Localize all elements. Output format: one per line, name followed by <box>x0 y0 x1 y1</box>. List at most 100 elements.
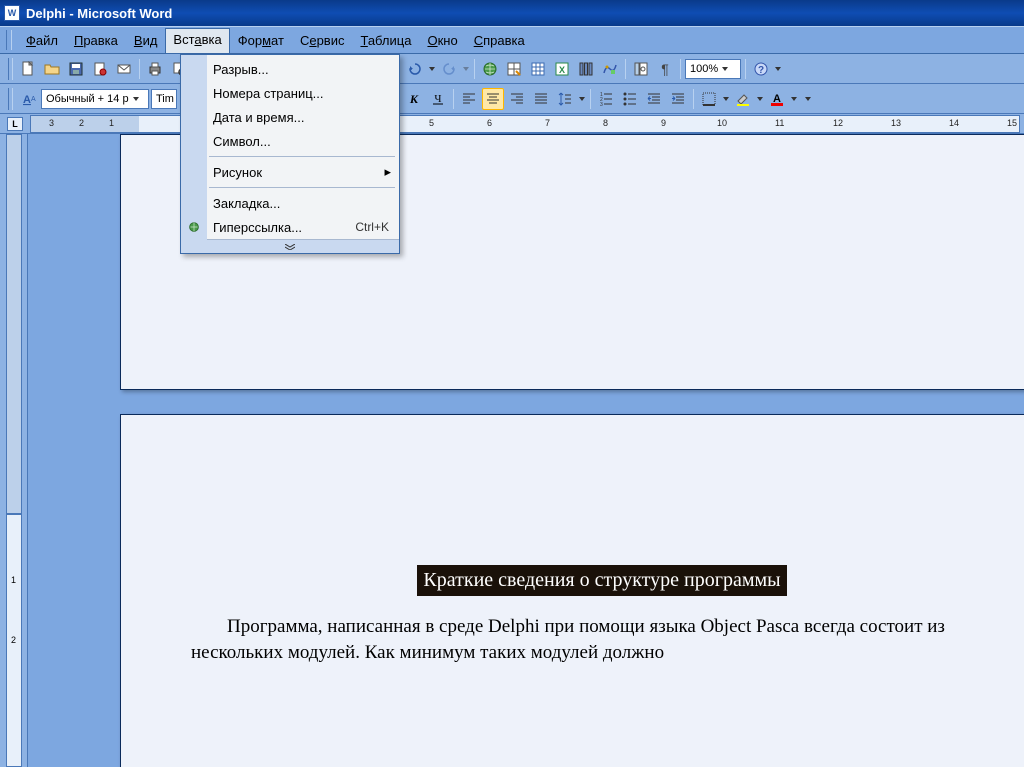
style-combo[interactable]: Обычный + 14 р <box>41 89 149 109</box>
insert-dropdown-menu: Разрыв... Номера страниц... Дата и время… <box>180 54 400 254</box>
document-heading: Краткие сведения о структуре программы <box>417 565 786 596</box>
align-right-button[interactable] <box>506 88 528 110</box>
decrease-indent-button[interactable] <box>643 88 665 110</box>
menu-edit[interactable]: Правка <box>66 29 126 52</box>
separator <box>693 89 694 109</box>
document-area[interactable]: Краткие сведения о структуре программы П… <box>28 134 1024 767</box>
svg-text:A: A <box>23 94 31 106</box>
drawing-button[interactable] <box>599 58 621 80</box>
zoom-value: 100% <box>690 63 718 75</box>
document-paragraph: Программа, написанная в среде Delphi при… <box>191 614 1013 665</box>
title-bar: W Delphi - Microsoft Word <box>0 0 1024 26</box>
toolbar-options-dropdown-2[interactable] <box>804 97 812 101</box>
font-combo[interactable]: Tim <box>151 89 177 109</box>
toolbar-grip[interactable] <box>8 58 13 80</box>
separator <box>474 59 475 79</box>
svg-text:X: X <box>559 65 565 75</box>
menu-item-date-time[interactable]: Дата и время... <box>181 105 399 129</box>
separator <box>745 59 746 79</box>
borders-dropdown[interactable] <box>722 97 730 101</box>
menu-item-bookmark[interactable]: Закладка... <box>181 191 399 215</box>
svg-text:Ч: Ч <box>434 93 441 105</box>
line-spacing-dropdown[interactable] <box>578 97 586 101</box>
underline-button[interactable]: Ч <box>427 88 449 110</box>
menu-item-symbol[interactable]: Символ... <box>181 129 399 153</box>
toolbar-options-dropdown[interactable] <box>774 67 782 71</box>
toolbar-formatting: AA Обычный + 14 р Tim К Ч 123 A <box>0 84 1024 114</box>
toolbar-grip[interactable] <box>8 88 13 110</box>
workspace: 1 2 Краткие сведения о структуре програм… <box>0 134 1024 767</box>
separator <box>453 89 454 109</box>
columns-button[interactable] <box>575 58 597 80</box>
help-button[interactable]: ? <box>750 58 772 80</box>
svg-text:¶: ¶ <box>661 61 669 77</box>
font-color-button[interactable]: A <box>766 88 788 110</box>
save-button[interactable] <box>65 58 87 80</box>
hyperlink-icon <box>186 219 202 235</box>
font-value: Tim <box>156 93 174 105</box>
menu-expand-chevron[interactable] <box>181 239 399 253</box>
numbered-list-button[interactable]: 123 <box>595 88 617 110</box>
page-current[interactable]: Краткие сведения о структуре программы П… <box>120 414 1024 767</box>
email-button[interactable] <box>113 58 135 80</box>
redo-button[interactable] <box>438 58 460 80</box>
highlight-button[interactable] <box>732 88 754 110</box>
separator <box>139 59 140 79</box>
svg-text:A: A <box>31 96 36 103</box>
menu-insert[interactable]: Вставка <box>165 28 229 53</box>
line-spacing-button[interactable] <box>554 88 576 110</box>
horizontal-ruler[interactable]: 3 2 1 5 6 7 8 9 10 11 12 13 14 15 <box>30 115 1020 133</box>
redo-dropdown[interactable] <box>462 67 470 71</box>
menu-tools[interactable]: Сервис <box>292 29 353 52</box>
highlight-dropdown[interactable] <box>756 97 764 101</box>
vertical-ruler[interactable]: 1 2 <box>0 134 28 767</box>
italic-button[interactable]: К <box>403 88 425 110</box>
separator <box>590 89 591 109</box>
menu-window[interactable]: Окно <box>419 29 465 52</box>
hyperlink-button[interactable] <box>479 58 501 80</box>
styles-button[interactable]: AA <box>17 88 39 110</box>
hyperlink-shortcut: Ctrl+K <box>355 220 389 234</box>
separator <box>680 59 681 79</box>
menubar-grip[interactable] <box>6 30 12 50</box>
word-app-icon: W <box>4 5 20 21</box>
submenu-arrow-icon: ▸ <box>384 164 391 180</box>
svg-text:?: ? <box>758 65 764 76</box>
insert-table-button[interactable] <box>527 58 549 80</box>
menu-format[interactable]: Формат <box>230 29 292 52</box>
undo-dropdown[interactable] <box>428 67 436 71</box>
menu-view[interactable]: Вид <box>126 29 166 52</box>
align-center-button[interactable] <box>482 88 504 110</box>
tables-borders-button[interactable] <box>503 58 525 80</box>
document-map-button[interactable] <box>630 58 652 80</box>
paragraph-marks-button[interactable]: ¶ <box>654 58 676 80</box>
zoom-combo[interactable]: 100% <box>685 59 741 79</box>
align-justify-button[interactable] <box>530 88 552 110</box>
toolbar-standard: X ¶ 100% ? <box>0 54 1024 84</box>
menu-divider <box>209 187 395 188</box>
insert-excel-button[interactable]: X <box>551 58 573 80</box>
borders-button[interactable] <box>698 88 720 110</box>
menu-item-break[interactable]: Разрыв... <box>181 57 399 81</box>
style-value: Обычный + 14 р <box>46 93 129 105</box>
menu-item-page-numbers[interactable]: Номера страниц... <box>181 81 399 105</box>
menu-file[interactable]: ФФайлайл <box>18 29 66 52</box>
permission-button[interactable] <box>89 58 111 80</box>
new-document-button[interactable] <box>17 58 39 80</box>
open-button[interactable] <box>41 58 63 80</box>
tab-selector[interactable]: L <box>0 115 30 133</box>
increase-indent-button[interactable] <box>667 88 689 110</box>
print-button[interactable] <box>144 58 166 80</box>
menu-item-picture[interactable]: Рисунок ▸ <box>181 160 399 184</box>
menu-divider <box>209 156 395 157</box>
menu-help[interactable]: Справка <box>466 29 533 52</box>
undo-button[interactable] <box>404 58 426 80</box>
menu-table[interactable]: Таблица <box>352 29 419 52</box>
menu-item-hyperlink[interactable]: Гиперссылка... Ctrl+K <box>181 215 399 239</box>
ruler-row: L 3 2 1 5 6 7 8 9 10 11 12 13 14 15 <box>0 114 1024 134</box>
font-color-dropdown[interactable] <box>790 97 798 101</box>
align-left-button[interactable] <box>458 88 480 110</box>
bulleted-list-button[interactable] <box>619 88 641 110</box>
separator <box>625 59 626 79</box>
menu-bar: ФФайлайл Правка Вид Вставка Формат Серви… <box>0 26 1024 54</box>
